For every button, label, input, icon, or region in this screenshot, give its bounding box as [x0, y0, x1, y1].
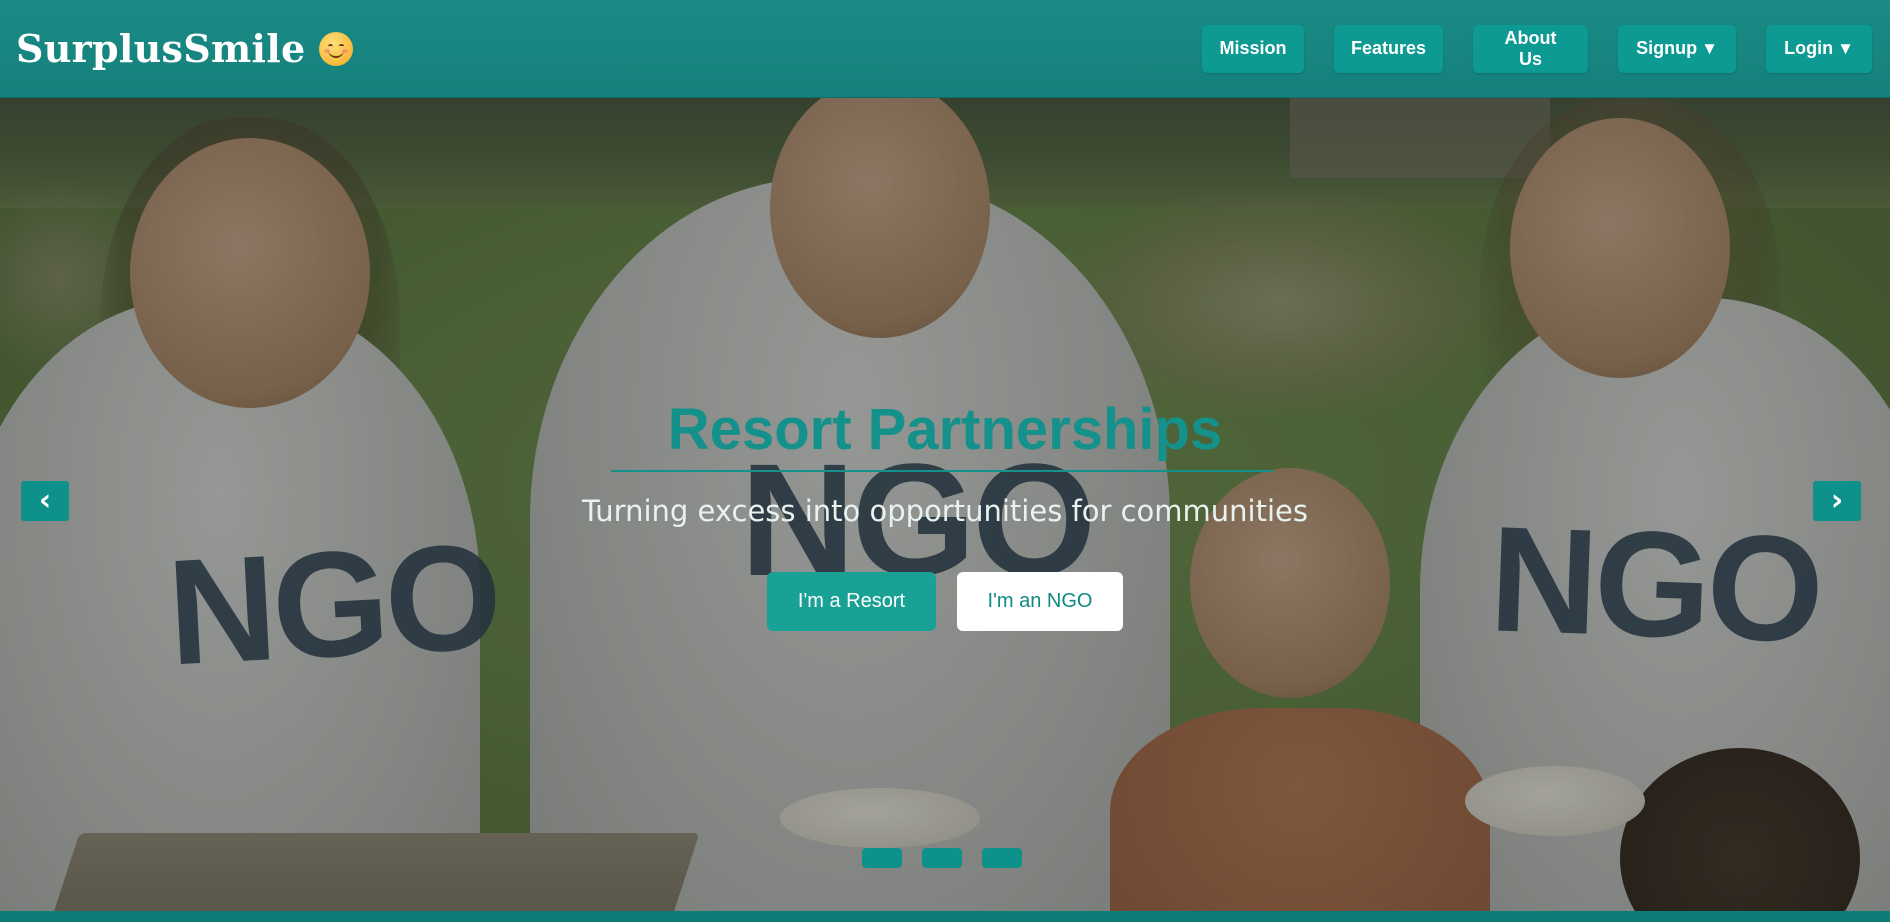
nav-features-label: Features	[1350, 38, 1427, 58]
main-nav: Mission Features About Us Signup ▼ Login…	[1202, 24, 1872, 73]
hero-carousel: NGO NGO NGO Resort Partnerships Turning …	[0, 98, 1890, 911]
title-underline	[611, 470, 1273, 472]
chevron-left-icon: ‹	[38, 483, 52, 518]
carousel-indicator-3[interactable]	[982, 848, 1022, 868]
carousel-prev-button[interactable]: ‹	[21, 481, 69, 521]
nav-about-us-label: About Us	[1504, 27, 1557, 69]
hero-content: Resort Partnerships Turning excess into …	[0, 98, 1890, 911]
smiling-face-icon	[319, 31, 354, 66]
nav-login-dropdown[interactable]: Login ▼	[1766, 24, 1872, 73]
nav-features-button[interactable]: Features	[1334, 24, 1443, 73]
nav-signup-dropdown[interactable]: Signup ▼	[1618, 24, 1736, 73]
brand[interactable]: SurplusSmile	[16, 26, 354, 71]
nav-mission-label: Mission	[1219, 38, 1287, 58]
cta-group: I'm a Resort I'm an NGO	[0, 572, 1890, 631]
hero-title: Resort Partnerships	[667, 397, 1223, 462]
carousel-next-button[interactable]: ›	[1813, 481, 1861, 521]
resort-signup-button[interactable]: I'm a Resort	[767, 572, 936, 631]
hero-subtitle: Turning excess into opportunities for co…	[581, 494, 1308, 528]
nav-mission-button[interactable]: Mission	[1202, 24, 1304, 73]
chevron-right-icon: ›	[1830, 483, 1844, 518]
carousel-indicators	[862, 848, 1022, 868]
caret-down-icon: ▼	[1701, 38, 1718, 58]
page: SurplusSmile Mission Features About Us S…	[0, 0, 1890, 922]
carousel-indicator-1[interactable]	[862, 848, 902, 868]
nav-about-us-button[interactable]: About Us	[1473, 24, 1588, 73]
nav-signup-label: Signup	[1636, 38, 1698, 58]
brand-name: SurplusSmile	[16, 26, 306, 71]
top-navbar: SurplusSmile Mission Features About Us S…	[0, 0, 1890, 98]
caret-down-icon: ▼	[1837, 38, 1854, 58]
ngo-signup-button[interactable]: I'm an NGO	[957, 572, 1123, 631]
carousel-indicator-2[interactable]	[922, 848, 962, 868]
nav-login-label: Login	[1784, 38, 1834, 58]
section-divider	[0, 911, 1890, 922]
